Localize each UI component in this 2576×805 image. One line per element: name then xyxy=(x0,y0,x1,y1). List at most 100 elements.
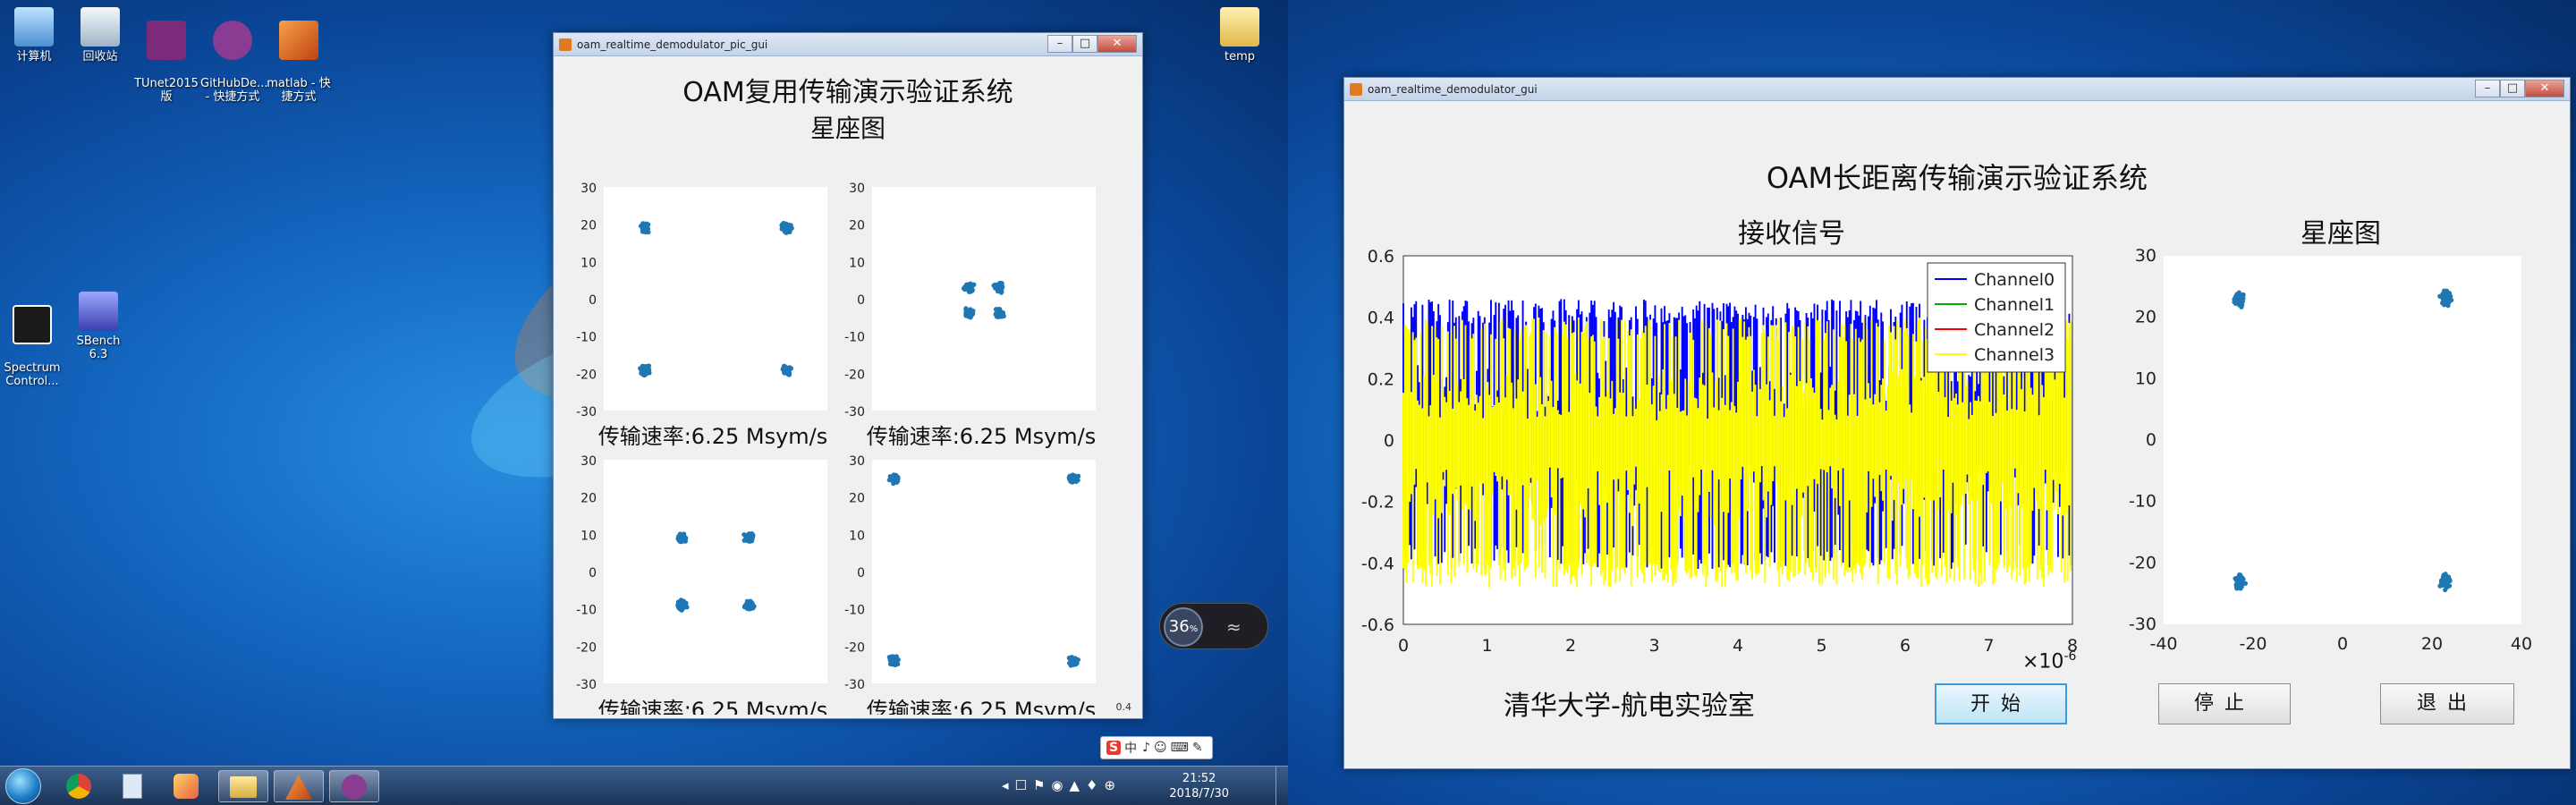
constellation-point xyxy=(2237,575,2242,580)
cpu-usage-indicator: 36% xyxy=(1164,607,1203,647)
y-tick-label: 20 xyxy=(580,219,597,233)
x-tick-label: 4 xyxy=(1733,636,1743,656)
constellation-point xyxy=(746,600,751,606)
folder-icon xyxy=(230,776,257,798)
desktop-icon-matlab[interactable]: matlab - 快 捷方式 xyxy=(267,7,331,104)
rate-label: 传输速率:6.25 Msym/s xyxy=(866,424,1097,449)
constellation-point xyxy=(968,307,973,312)
window-titlebar[interactable]: oam_realtime_demodulator_pic_gui – □ ✕ xyxy=(554,33,1142,56)
y-tick-label: -10 xyxy=(844,604,865,618)
desktop-icon-computer[interactable]: 计算机 xyxy=(2,7,66,64)
desktop-icon-label: GitHubDe... - 快捷方式 xyxy=(200,77,268,104)
y-tick-label: -20 xyxy=(2129,553,2157,572)
tray-icons[interactable]: ◂☐⚑◉▲♦⊕ xyxy=(1002,777,1122,793)
maximize-button[interactable]: □ xyxy=(2500,79,2525,97)
constellation-point xyxy=(2437,293,2443,299)
rate-label: 传输速率:6.25 Msym/s xyxy=(597,424,828,449)
taskbar-github[interactable] xyxy=(329,770,379,802)
paint-icon xyxy=(174,774,199,799)
constellation-point xyxy=(2445,297,2451,302)
close-button[interactable]: ✕ xyxy=(2525,79,2564,97)
exponent-power: -6 xyxy=(2063,649,2077,664)
desktop-icon-label: 回收站 xyxy=(82,50,118,64)
constellation-point xyxy=(1068,663,1073,668)
ime-tool-icons: ♪☺⌨✎ xyxy=(1142,741,1207,755)
y-tick-label: 0.6 xyxy=(1368,247,1394,267)
tunet-icon xyxy=(147,21,186,60)
recycle-bin-icon xyxy=(80,7,120,47)
desktop-icon-temp[interactable]: temp xyxy=(1208,7,1272,64)
y-tick-label: 0.2 xyxy=(1368,369,1394,389)
exponent-base: ×10 xyxy=(2022,650,2064,674)
ime-toolbar[interactable]: S 中 ♪☺⌨✎ xyxy=(1100,736,1213,759)
y-tick-label: -30 xyxy=(576,678,597,692)
rate-label: 传输速率:6.25 Msym/s xyxy=(866,698,1097,715)
y-tick-label: -10 xyxy=(576,331,597,345)
clock-time: 21:52 xyxy=(1182,772,1216,785)
constellation-point xyxy=(678,602,683,607)
constellation-point xyxy=(2444,288,2450,293)
constellation-point xyxy=(746,537,751,543)
plot-area xyxy=(872,460,1096,683)
y-tick-label: -30 xyxy=(2129,614,2157,634)
desktop-icon-label: TUnet2015 版 xyxy=(134,77,199,104)
desktop-icon-tunet[interactable]: TUnet2015 版 xyxy=(134,7,199,104)
taskbar: S 中 ♪☺⌨✎ ◂☐⚑◉▲♦⊕ 21:52 2018/7/30 xyxy=(0,736,1288,805)
y-tick-label: -20 xyxy=(844,640,865,655)
constellation-point xyxy=(784,370,790,376)
minimize-button[interactable]: – xyxy=(1047,34,1072,53)
taskbar-paint[interactable] xyxy=(161,770,211,802)
y-tick-label: -30 xyxy=(576,405,597,419)
stop-button[interactable]: 停止 xyxy=(2158,683,2291,724)
taskbar-clock[interactable]: 21:52 2018/7/30 xyxy=(1169,771,1229,801)
spectrum-control-icon xyxy=(13,305,52,344)
minimize-button[interactable]: – xyxy=(2475,79,2500,97)
x-tick-label: 5 xyxy=(1816,636,1826,656)
window-title: oam_realtime_demodulator_pic_gui xyxy=(577,38,768,51)
taskbar-explorer[interactable] xyxy=(218,770,268,802)
window-titlebar[interactable]: oam_realtime_demodulator_gui – □ ✕ xyxy=(1344,78,2570,101)
constellation-point xyxy=(750,605,756,610)
constellation-point xyxy=(998,290,1004,295)
constellation-point xyxy=(967,312,972,318)
y-tick-label: -10 xyxy=(576,604,597,618)
x-tick-label: 0 xyxy=(2337,634,2348,654)
desktop-icon-sbench[interactable]: SBench 6.3 xyxy=(66,292,131,361)
desktop-icon-spectrum-control[interactable]: Spectrum Control... xyxy=(0,292,64,388)
notepad-icon xyxy=(123,774,142,799)
taskbar-chrome[interactable] xyxy=(54,770,104,802)
x-tick-label: 7 xyxy=(1983,636,1994,656)
taskbar-matlab[interactable] xyxy=(274,770,324,802)
chrome-icon xyxy=(66,774,91,799)
network-widget[interactable]: 36% ≈ xyxy=(1159,603,1268,649)
constellation-point xyxy=(640,368,645,374)
constellation-point xyxy=(2444,580,2449,586)
constellation-point xyxy=(2233,576,2238,581)
wifi-off-icon: ≈ xyxy=(1226,616,1241,638)
start-button[interactable]: 开始 xyxy=(1935,683,2067,724)
constellation-point xyxy=(887,657,894,664)
close-button[interactable]: ✕ xyxy=(1097,34,1137,53)
x-tick-label: 40 xyxy=(2511,634,2532,654)
y-tick-label: 0.4 xyxy=(1368,309,1394,328)
constellation-point xyxy=(996,309,1002,315)
constellation-point xyxy=(2437,583,2443,589)
y-tick-label: 0 xyxy=(857,566,865,580)
constellation-point xyxy=(890,478,895,484)
constellation-point xyxy=(2240,299,2245,304)
start-button[interactable] xyxy=(5,768,41,804)
desktop-icon-recycle-bin[interactable]: 回收站 xyxy=(68,7,132,64)
desktop-icon-github[interactable]: GitHubDe... - 快捷方式 xyxy=(200,7,268,104)
signal-window: oam_realtime_demodulator_gui – □ ✕ OAM长距… xyxy=(1343,77,2571,769)
show-desktop-button[interactable] xyxy=(1275,767,1288,805)
y-tick-label: 10 xyxy=(580,529,597,543)
maximize-button[interactable]: □ xyxy=(1072,34,1097,53)
y-tick-label: -10 xyxy=(844,331,865,345)
constellation-point xyxy=(2239,304,2244,309)
y-tick-label: 10 xyxy=(849,529,865,543)
exit-button[interactable]: 退出 xyxy=(2380,683,2514,724)
desktop-icon-label: matlab - 快 捷方式 xyxy=(267,77,331,104)
constellation-cluster xyxy=(886,654,901,668)
taskbar-notepad[interactable] xyxy=(107,770,157,802)
rate-label: 传输速率:6.25 Msym/s xyxy=(597,698,828,715)
